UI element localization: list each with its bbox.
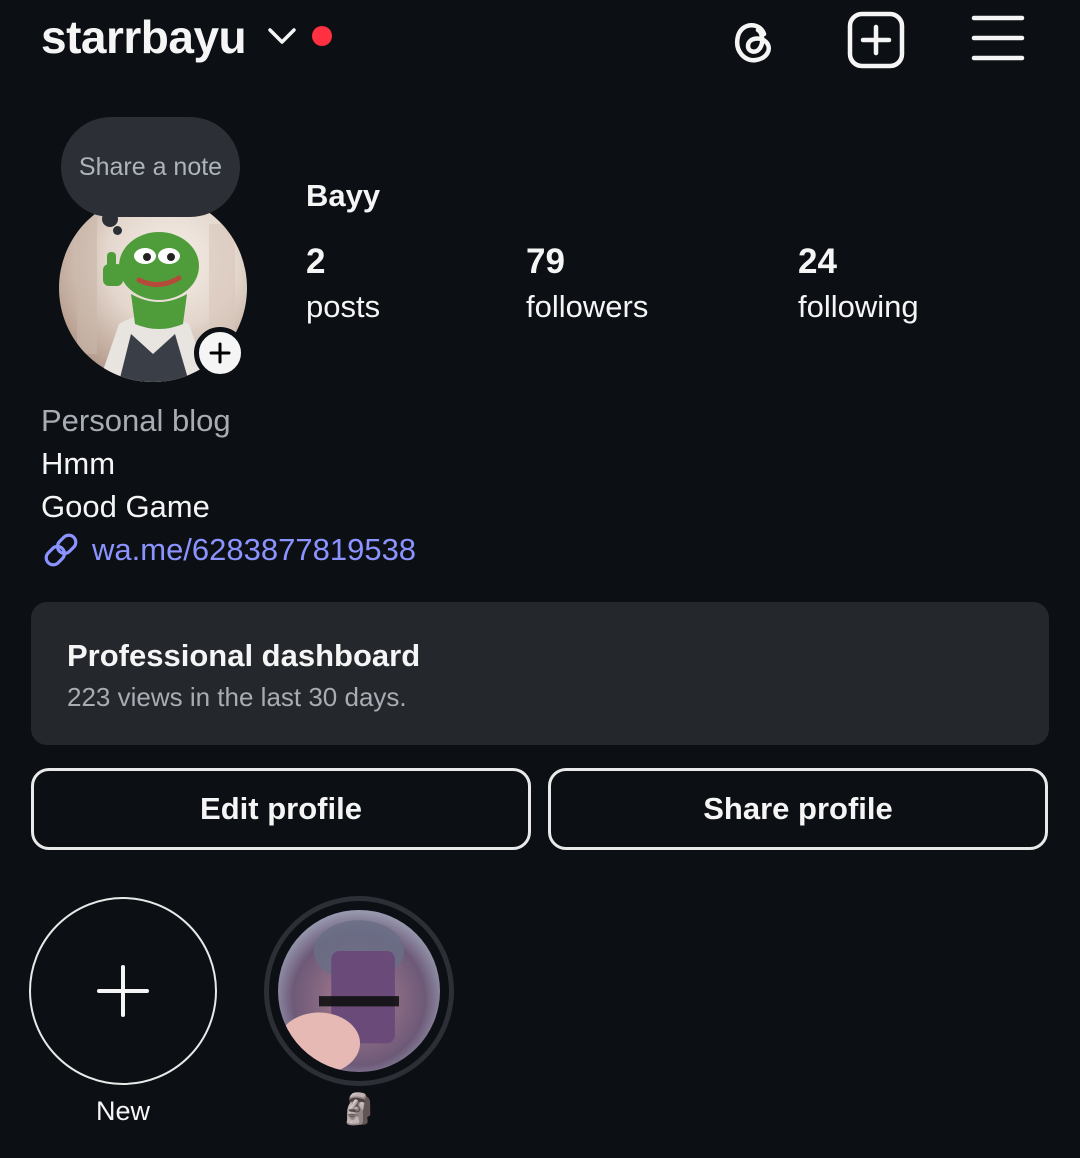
followers-count: 79 — [526, 242, 565, 281]
link-icon — [44, 533, 78, 567]
notification-dot — [312, 26, 332, 46]
followers-label: followers — [526, 289, 649, 324]
story-highlight[interactable] — [264, 896, 454, 1086]
story-highlight-label: 🗿 — [340, 1093, 378, 1126]
dashboard-subtitle: 223 views in the last 30 days. — [67, 682, 407, 712]
highlight-photo — [278, 920, 405, 1072]
posts-count: 2 — [306, 242, 326, 281]
bio-link-text: wa.me/6283877819538 — [92, 532, 417, 567]
note-tail — [102, 211, 118, 227]
posts-stat[interactable]: 2 posts — [306, 242, 380, 332]
new-highlight-button[interactable] — [29, 897, 217, 1085]
bio-line: Good Game — [41, 489, 210, 524]
following-label: following — [798, 289, 919, 324]
share-profile-button[interactable]: Share profile — [548, 768, 1048, 850]
share-note-bubble[interactable]: Share a note — [61, 117, 240, 217]
bio-category: Personal blog — [41, 403, 231, 438]
chevron-down-icon[interactable] — [266, 24, 298, 48]
bio-line: Hmm — [41, 446, 116, 481]
create-post-icon[interactable] — [844, 8, 908, 72]
plus-icon — [97, 965, 149, 1017]
note-placeholder: Share a note — [78, 152, 223, 181]
professional-dashboard-card[interactable]: Professional dashboard 223 views in the … — [31, 602, 1049, 745]
followers-stat[interactable]: 79 followers — [526, 242, 648, 332]
add-story-button[interactable] — [194, 327, 246, 379]
following-count: 24 — [798, 242, 837, 281]
following-stat[interactable]: 24 following — [798, 242, 919, 332]
new-highlight-label: New — [95, 1096, 150, 1126]
profile-username[interactable]: starrbayu — [41, 10, 247, 64]
hamburger-menu-icon[interactable] — [966, 8, 1030, 72]
dashboard-title: Professional dashboard — [67, 638, 421, 673]
posts-label: posts — [306, 289, 381, 324]
note-tail-small — [113, 226, 122, 235]
edit-profile-button[interactable]: Edit profile — [31, 768, 531, 850]
story-highlight-image — [278, 910, 440, 1072]
plus-icon — [209, 342, 231, 364]
display-name: Bayy — [306, 178, 381, 213]
bio-link[interactable]: wa.me/6283877819538 — [41, 530, 416, 570]
threads-icon[interactable] — [720, 8, 784, 72]
